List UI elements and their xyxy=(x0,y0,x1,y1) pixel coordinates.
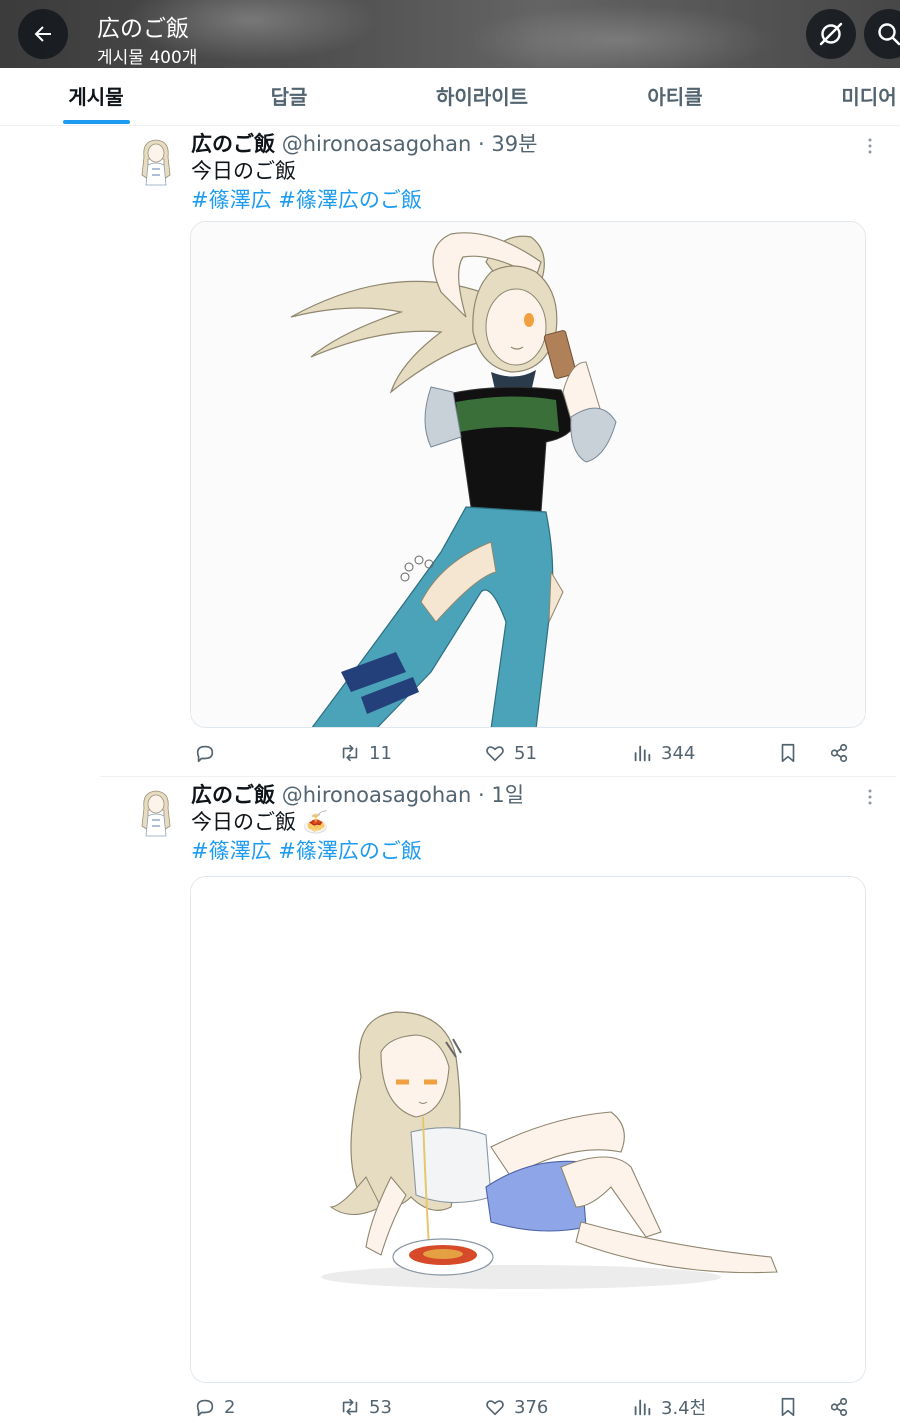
heart-icon xyxy=(486,1400,504,1416)
profile-tabs: 게시물 답글 하이라이트 아티클 미디어 xyxy=(0,68,900,126)
post-header: 広のご飯 @hironoasagohan · 39분 xyxy=(191,130,537,158)
post-image[interactable] xyxy=(190,876,866,1383)
reply-icon xyxy=(196,745,214,763)
post-text-content: 今日のご飯 xyxy=(191,810,296,834)
bookmark-icon xyxy=(781,1397,795,1417)
views-button[interactable]: 3.4천 xyxy=(631,1392,706,1422)
post-actions: 11 51 344 xyxy=(100,738,896,768)
repost-button[interactable]: 53 xyxy=(339,1392,392,1422)
author-handle[interactable]: @hironoasagohan xyxy=(282,132,472,156)
author-handle[interactable]: @hironoasagohan xyxy=(282,783,472,807)
repost-count: 11 xyxy=(369,742,392,764)
like-button[interactable]: 51 xyxy=(484,738,537,768)
more-icon[interactable] xyxy=(864,787,876,807)
author-name[interactable]: 広のご飯 xyxy=(191,132,275,156)
back-button[interactable] xyxy=(18,9,68,59)
views-chart-icon xyxy=(634,745,651,762)
bookmark-button[interactable] xyxy=(777,1392,799,1422)
search-button[interactable] xyxy=(864,9,900,59)
post-hashtags: #篠澤広 #篠澤広のご飯 xyxy=(191,185,422,215)
tab-highlights[interactable]: 하이라이트 xyxy=(436,68,528,126)
reply-button[interactable]: 2 xyxy=(194,1392,235,1422)
more-icon[interactable] xyxy=(864,136,876,156)
tab-articles[interactable]: 아티클 xyxy=(647,68,702,126)
post-actions: 2 53 376 3.4천 xyxy=(100,1392,896,1422)
post-text: 今日のご飯 🍝 xyxy=(191,807,329,837)
spaghetti-emoji: 🍝 xyxy=(302,810,329,834)
author-name[interactable]: 広のご飯 xyxy=(191,783,275,807)
like-button[interactable]: 376 xyxy=(484,1392,548,1422)
avatar[interactable] xyxy=(134,135,178,187)
post[interactable]: 広のご飯 @hironoasagohan · 39분 今日のご飯 #篠澤広 #篠… xyxy=(100,127,896,777)
grok-icon xyxy=(819,22,843,46)
repost-icon xyxy=(342,744,358,762)
like-count: 51 xyxy=(514,742,537,764)
tab-media[interactable]: 미디어 xyxy=(841,68,896,126)
active-tab-indicator xyxy=(63,120,130,124)
repost-icon xyxy=(342,1398,358,1416)
post-count: 게시물 400개 xyxy=(97,48,198,68)
post-text-content: 今日のご飯 xyxy=(191,159,296,183)
search-icon xyxy=(878,23,900,46)
share-button[interactable] xyxy=(828,1392,850,1422)
reply-button[interactable] xyxy=(194,738,224,768)
tab-replies[interactable]: 답글 xyxy=(271,68,308,126)
page-title: 広のご飯 xyxy=(97,16,189,42)
reply-icon xyxy=(196,1399,214,1417)
post-header: 広のご飯 @hironoasagohan · 1일 xyxy=(191,781,524,809)
hashtag-link[interactable]: #篠澤広のご飯 xyxy=(278,839,422,863)
hashtag-link[interactable]: #篠澤広のご飯 xyxy=(278,188,422,212)
view-count: 344 xyxy=(661,742,696,764)
hashtag-link[interactable]: #篠澤広 xyxy=(191,839,272,863)
repost-button[interactable]: 11 xyxy=(339,738,392,768)
post-image[interactable] xyxy=(190,221,866,728)
tab-posts[interactable]: 게시물 xyxy=(68,68,123,126)
bookmark-button[interactable] xyxy=(777,738,799,768)
profile-header: 広のご飯 게시물 400개 xyxy=(0,0,900,68)
bookmark-icon xyxy=(781,743,795,763)
separator: · xyxy=(478,783,485,807)
reply-count: 2 xyxy=(224,1396,236,1418)
arrow-left-icon xyxy=(34,26,51,42)
share-icon xyxy=(830,1397,848,1417)
post-text: 今日のご飯 xyxy=(191,156,296,186)
post-hashtags: #篠澤広 #篠澤広のご飯 xyxy=(191,836,422,866)
illustration-image xyxy=(191,877,865,1382)
grok-button[interactable] xyxy=(806,9,856,59)
avatar[interactable] xyxy=(134,786,178,838)
view-count: 3.4천 xyxy=(661,1398,707,1419)
post-time[interactable]: 39분 xyxy=(491,132,537,156)
repost-count: 53 xyxy=(369,1396,392,1418)
share-icon xyxy=(830,743,848,763)
share-button[interactable] xyxy=(828,738,850,768)
separator: · xyxy=(478,132,485,156)
hashtag-link[interactable]: #篠澤広 xyxy=(191,188,272,212)
like-count: 376 xyxy=(514,1396,549,1418)
post[interactable]: 広のご飯 @hironoasagohan · 1일 今日のご飯 🍝 #篠澤広 #… xyxy=(100,778,896,1423)
views-button[interactable]: 344 xyxy=(631,738,695,768)
views-chart-icon xyxy=(634,1399,651,1416)
illustration-image xyxy=(191,222,865,727)
post-time[interactable]: 1일 xyxy=(491,783,524,807)
heart-icon xyxy=(486,746,504,762)
